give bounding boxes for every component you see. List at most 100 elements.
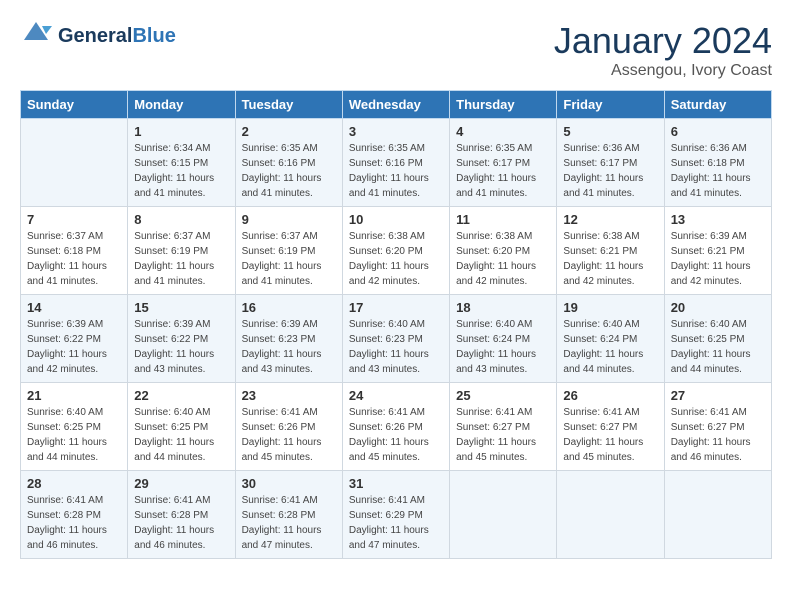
day-info: Sunrise: 6:37 AMSunset: 6:18 PMDaylight:… <box>27 229 121 289</box>
day-info: Sunrise: 6:38 AMSunset: 6:20 PMDaylight:… <box>456 229 550 289</box>
calendar-cell: 23 Sunrise: 6:41 AMSunset: 6:26 PMDayligh… <box>235 383 342 471</box>
calendar-cell: 4 Sunrise: 6:35 AMSunset: 6:17 PMDaylight… <box>450 119 557 207</box>
calendar-cell: 10 Sunrise: 6:38 AMSunset: 6:20 PMDayligh… <box>342 207 449 295</box>
calendar-cell: 2Sunrise: 6:35 AMSunset: 6:16 PMDaylight… <box>235 119 342 207</box>
calendar-cell: 22Sunrise: 6:40 AMSunset: 6:25 PMDayligh… <box>128 383 235 471</box>
day-number: 24 <box>349 388 443 403</box>
calendar-cell: 28 Sunrise: 6:41 AMSunset: 6:28 PMDayligh… <box>21 471 128 559</box>
day-number: 15 <box>134 300 228 315</box>
day-info: Sunrise: 6:35 AMSunset: 6:17 PMDaylight:… <box>456 141 550 201</box>
day-number: 12 <box>563 212 657 227</box>
day-number: 26 <box>563 388 657 403</box>
calendar-cell: 3 Sunrise: 6:35 AMSunset: 6:16 PMDaylight… <box>342 119 449 207</box>
calendar-week-5: 28 Sunrise: 6:41 AMSunset: 6:28 PMDayligh… <box>21 471 772 559</box>
day-info: Sunrise: 6:37 AMSunset: 6:19 PMDaylight:… <box>134 229 228 289</box>
day-info: Sunrise: 6:41 AMSunset: 6:26 PMDaylight:… <box>349 405 443 465</box>
weekday-header-wednesday: Wednesday <box>342 91 449 119</box>
day-info: Sunrise: 6:40 AMSunset: 6:25 PMDaylight:… <box>27 405 121 465</box>
calendar-cell <box>557 471 664 559</box>
calendar-cell <box>664 471 771 559</box>
day-info: Sunrise: 6:40 AMSunset: 6:25 PMDaylight:… <box>671 317 765 377</box>
title-block: January 2024 Assengou, Ivory Coast <box>554 20 772 80</box>
day-info: Sunrise: 6:41 AMSunset: 6:27 PMDaylight:… <box>456 405 550 465</box>
calendar-cell: 21 Sunrise: 6:40 AMSunset: 6:25 PMDayligh… <box>21 383 128 471</box>
calendar-cell: 27 Sunrise: 6:41 AMSunset: 6:27 PMDayligh… <box>664 383 771 471</box>
calendar-cell: 16 Sunrise: 6:39 AMSunset: 6:23 PMDayligh… <box>235 295 342 383</box>
day-number: 28 <box>27 476 121 491</box>
month-year-title: January 2024 <box>554 20 772 62</box>
day-number: 29 <box>134 476 228 491</box>
day-number: 6 <box>671 124 765 139</box>
calendar-cell: 15 Sunrise: 6:39 AMSunset: 6:22 PMDayligh… <box>128 295 235 383</box>
calendar-week-2: 7 Sunrise: 6:37 AMSunset: 6:18 PMDaylight… <box>21 207 772 295</box>
location-subtitle: Assengou, Ivory Coast <box>554 62 772 80</box>
day-info: Sunrise: 6:39 AMSunset: 6:22 PMDaylight:… <box>134 317 228 377</box>
day-number: 18 <box>456 300 550 315</box>
logo-general: General <box>58 25 132 48</box>
calendar-header-row: SundayMondayTuesdayWednesdayThursdayFrid… <box>21 91 772 119</box>
day-info: Sunrise: 6:41 AMSunset: 6:27 PMDaylight:… <box>671 405 765 465</box>
day-info: Sunrise: 6:41 AMSunset: 6:27 PMDaylight:… <box>563 405 657 465</box>
calendar-cell: 19 Sunrise: 6:40 AMSunset: 6:24 PMDayligh… <box>557 295 664 383</box>
calendar-cell: 17 Sunrise: 6:40 AMSunset: 6:23 PMDayligh… <box>342 295 449 383</box>
calendar-cell: 29 Sunrise: 6:41 AMSunset: 6:28 PMDayligh… <box>128 471 235 559</box>
day-info: Sunrise: 6:41 AMSunset: 6:28 PMDaylight:… <box>27 493 121 553</box>
day-info: Sunrise: 6:39 AMSunset: 6:23 PMDaylight:… <box>242 317 336 377</box>
day-info: Sunrise: 6:41 AMSunset: 6:28 PMDaylight:… <box>134 493 228 553</box>
day-number: 10 <box>349 212 443 227</box>
day-number: 4 <box>456 124 550 139</box>
calendar-cell <box>450 471 557 559</box>
day-number: 17 <box>349 300 443 315</box>
day-info: Sunrise: 6:35 AMSunset: 6:16 PMDaylight:… <box>349 141 443 201</box>
day-number: 7 <box>27 212 121 227</box>
day-info: Sunrise: 6:38 AMSunset: 6:20 PMDaylight:… <box>349 229 443 289</box>
day-number: 27 <box>671 388 765 403</box>
day-number: 19 <box>563 300 657 315</box>
day-number: 23 <box>242 388 336 403</box>
calendar-cell: 20Sunrise: 6:40 AMSunset: 6:25 PMDayligh… <box>664 295 771 383</box>
day-info: Sunrise: 6:41 AMSunset: 6:28 PMDaylight:… <box>242 493 336 553</box>
day-info: Sunrise: 6:39 AMSunset: 6:21 PMDaylight:… <box>671 229 765 289</box>
day-info: Sunrise: 6:41 AMSunset: 6:29 PMDaylight:… <box>349 493 443 553</box>
day-number: 21 <box>27 388 121 403</box>
day-number: 16 <box>242 300 336 315</box>
weekday-header-monday: Monday <box>128 91 235 119</box>
day-number: 9 <box>242 212 336 227</box>
day-number: 31 <box>349 476 443 491</box>
weekday-header-friday: Friday <box>557 91 664 119</box>
day-number: 11 <box>456 212 550 227</box>
day-info: Sunrise: 6:35 AMSunset: 6:16 PMDaylight:… <box>242 141 336 201</box>
calendar-cell: 7 Sunrise: 6:37 AMSunset: 6:18 PMDaylight… <box>21 207 128 295</box>
day-number: 30 <box>242 476 336 491</box>
day-number: 14 <box>27 300 121 315</box>
calendar-cell: 14 Sunrise: 6:39 AMSunset: 6:22 PMDayligh… <box>21 295 128 383</box>
calendar-cell: 6 Sunrise: 6:36 AMSunset: 6:18 PMDaylight… <box>664 119 771 207</box>
day-info: Sunrise: 6:39 AMSunset: 6:22 PMDaylight:… <box>27 317 121 377</box>
day-info: Sunrise: 6:40 AMSunset: 6:24 PMDaylight:… <box>563 317 657 377</box>
day-info: Sunrise: 6:41 AMSunset: 6:26 PMDaylight:… <box>242 405 336 465</box>
logo: General Blue <box>20 20 176 53</box>
calendar-cell: 12Sunrise: 6:38 AMSunset: 6:21 PMDayligh… <box>557 207 664 295</box>
day-info: Sunrise: 6:40 AMSunset: 6:24 PMDaylight:… <box>456 317 550 377</box>
day-number: 3 <box>349 124 443 139</box>
calendar-cell: 30 Sunrise: 6:41 AMSunset: 6:28 PMDayligh… <box>235 471 342 559</box>
day-number: 1 <box>134 124 228 139</box>
calendar-cell: 18 Sunrise: 6:40 AMSunset: 6:24 PMDayligh… <box>450 295 557 383</box>
day-info: Sunrise: 6:40 AMSunset: 6:25 PMDaylight:… <box>134 405 228 465</box>
calendar-cell: 8 Sunrise: 6:37 AMSunset: 6:19 PMDaylight… <box>128 207 235 295</box>
day-number: 8 <box>134 212 228 227</box>
day-info: Sunrise: 6:37 AMSunset: 6:19 PMDaylight:… <box>242 229 336 289</box>
calendar-cell: 1Sunrise: 6:34 AMSunset: 6:15 PMDaylight… <box>128 119 235 207</box>
weekday-header-thursday: Thursday <box>450 91 557 119</box>
calendar-cell: 31 Sunrise: 6:41 AMSunset: 6:29 PMDayligh… <box>342 471 449 559</box>
day-info: Sunrise: 6:36 AMSunset: 6:18 PMDaylight:… <box>671 141 765 201</box>
logo-blue: Blue <box>132 25 175 48</box>
calendar-cell: 26 Sunrise: 6:41 AMSunset: 6:27 PMDayligh… <box>557 383 664 471</box>
calendar-cell <box>21 119 128 207</box>
weekday-header-tuesday: Tuesday <box>235 91 342 119</box>
calendar-cell: 25Sunrise: 6:41 AMSunset: 6:27 PMDayligh… <box>450 383 557 471</box>
calendar-cell: 11 Sunrise: 6:38 AMSunset: 6:20 PMDayligh… <box>450 207 557 295</box>
day-info: Sunrise: 6:36 AMSunset: 6:17 PMDaylight:… <box>563 141 657 201</box>
day-info: Sunrise: 6:40 AMSunset: 6:23 PMDaylight:… <box>349 317 443 377</box>
calendar-table: SundayMondayTuesdayWednesdayThursdayFrid… <box>20 90 772 559</box>
